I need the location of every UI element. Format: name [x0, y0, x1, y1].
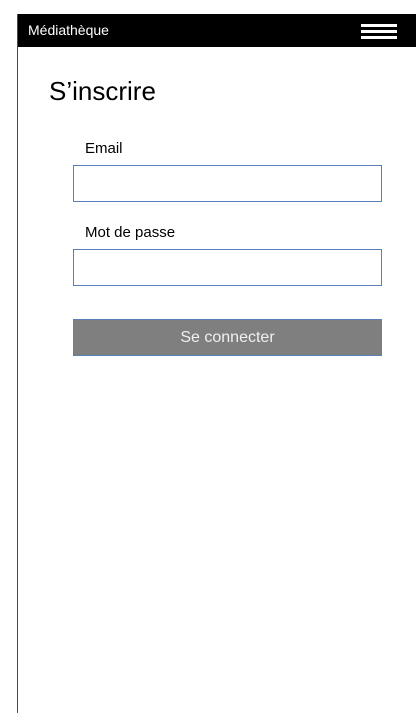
- app-title: Médiathèque: [28, 22, 109, 38]
- email-field[interactable]: [73, 165, 382, 202]
- email-label: Email: [85, 140, 123, 157]
- app-frame: Médiathèque S’inscrire Email Mot de pass…: [17, 14, 416, 713]
- login-button[interactable]: Se connecter: [73, 319, 382, 356]
- password-label: Mot de passe: [85, 224, 176, 241]
- menu-button[interactable]: [357, 19, 405, 42]
- top-bar: Médiathèque: [18, 14, 416, 47]
- password-field[interactable]: [73, 249, 382, 286]
- page-title: S’inscrire: [49, 76, 156, 106]
